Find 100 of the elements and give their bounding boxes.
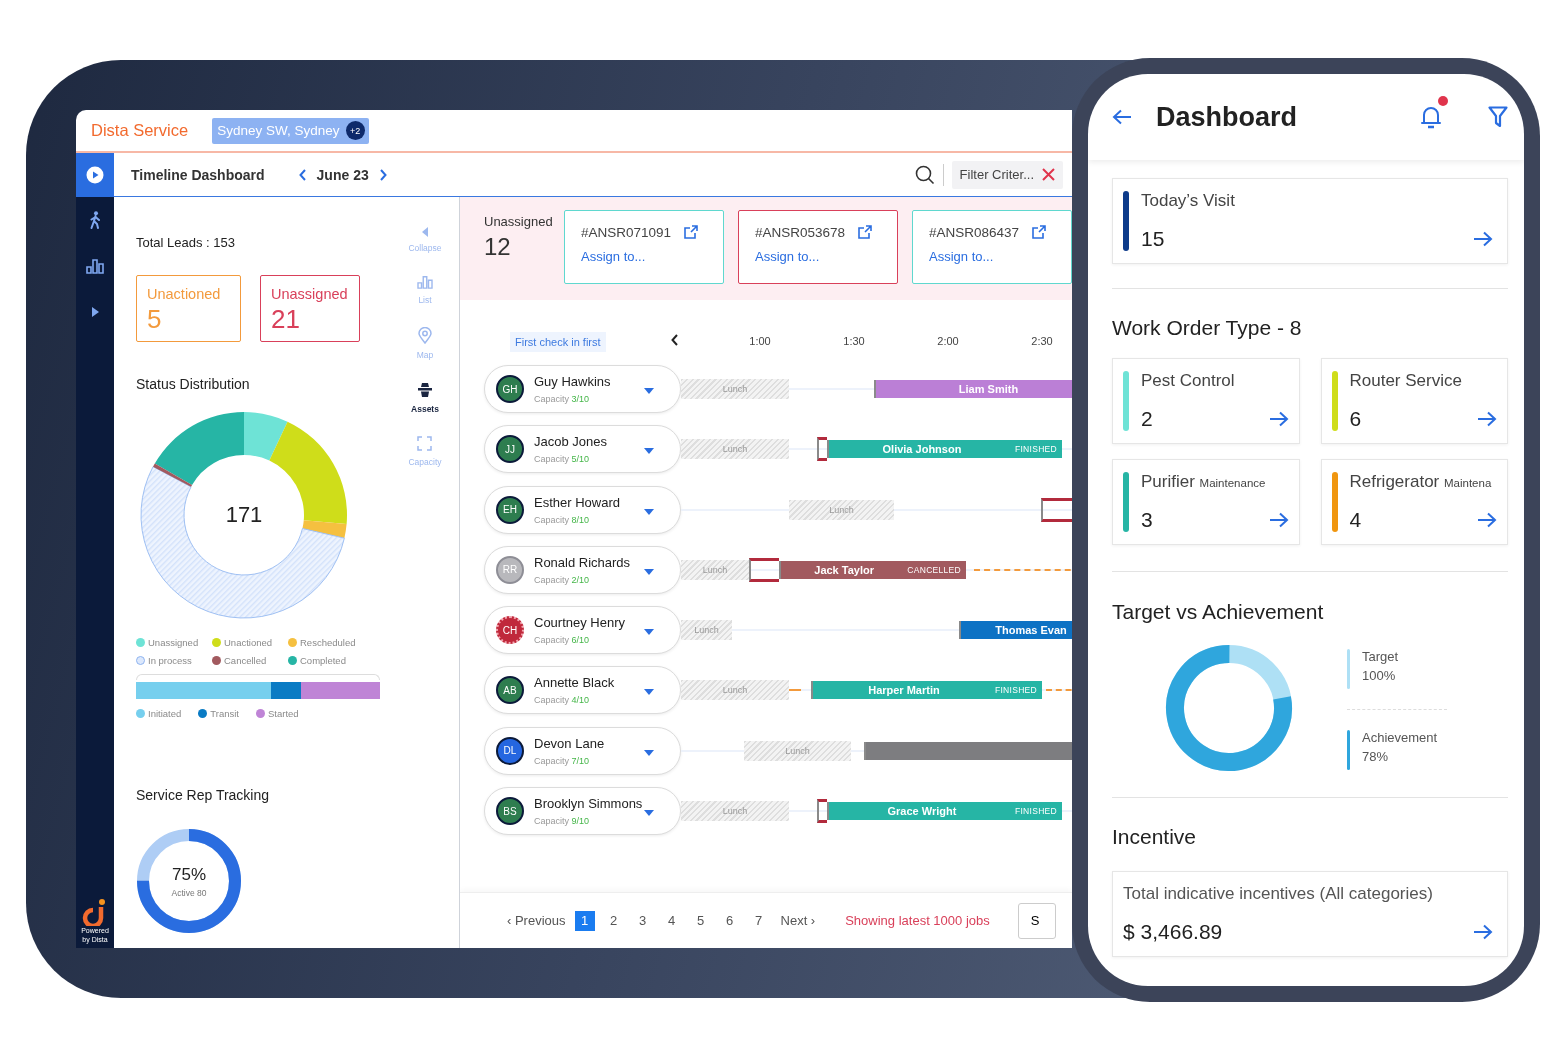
ticket-id: #ANSR053678 xyxy=(755,224,846,240)
caret-down-icon[interactable] xyxy=(644,388,654,394)
arrow-right-icon[interactable] xyxy=(1473,231,1493,247)
arrow-right-icon[interactable] xyxy=(1268,411,1289,427)
caret-down-icon[interactable] xyxy=(644,810,654,817)
legend-item: Initiated xyxy=(136,708,182,719)
app-logo-text: Dista Service xyxy=(91,121,189,140)
share-icon[interactable] xyxy=(857,224,874,240)
capacity-text: Capacity 3/10 xyxy=(534,394,591,404)
avatar: EH xyxy=(496,495,524,524)
share-icon[interactable] xyxy=(1031,224,1048,240)
caret-down-icon[interactable] xyxy=(644,448,654,455)
page-number[interactable]: 2 xyxy=(603,910,624,931)
caret-down-icon[interactable] xyxy=(644,689,654,696)
legend-item: Unassigned xyxy=(136,637,212,648)
legend-label: Achievement xyxy=(1362,730,1438,745)
ticket-card[interactable]: #ANSR086437 Assign to... xyxy=(912,210,1072,284)
total-leads-text: Total Leads : 153 xyxy=(136,235,237,250)
rep-card[interactable]: DL Devon Lane Capacity 7/10 xyxy=(484,726,681,775)
job-bar[interactable]: Jack Taylor CANCELLED xyxy=(779,560,966,579)
bell-icon[interactable] xyxy=(1420,105,1442,129)
screen-title: Dashboard xyxy=(1156,101,1298,133)
page-number[interactable]: 5 xyxy=(690,910,711,931)
share-icon[interactable] xyxy=(683,224,700,240)
rep-card[interactable]: EH Esther Howard Capacity 8/10 xyxy=(484,485,681,534)
page-number[interactable]: 3 xyxy=(632,910,653,931)
legend-item: Cancelled xyxy=(212,655,288,666)
assign-link[interactable]: Assign to... xyxy=(581,249,723,264)
close-icon[interactable] xyxy=(1042,168,1055,181)
assign-link[interactable]: Assign to... xyxy=(929,249,1071,264)
page-number[interactable]: 1 xyxy=(574,910,595,931)
scroll-left-icon[interactable] xyxy=(671,334,679,346)
ring-percent: 75% xyxy=(172,864,206,885)
next-link[interactable]: Next › xyxy=(780,913,816,928)
arrow-right-icon[interactable] xyxy=(1473,924,1493,940)
assign-link[interactable]: Assign to... xyxy=(755,249,897,264)
caret-down-icon[interactable] xyxy=(644,508,654,515)
show-button[interactable]: S xyxy=(1017,902,1057,939)
job-name: Liam Smith xyxy=(957,383,1020,395)
bar-chart-icon xyxy=(417,275,433,289)
stat-card[interactable]: Total indicative incentives (All categories) $ 3,466.89 xyxy=(1112,871,1508,957)
back-arrow-icon[interactable] xyxy=(1112,109,1132,125)
previous-date-icon[interactable] xyxy=(298,168,307,181)
rep-name: Courtney Henry xyxy=(534,615,626,631)
previous-link[interactable]: ‹ Previous xyxy=(507,913,566,928)
job-bar[interactable]: Thomas Evan xyxy=(959,621,1072,640)
card-value: 6 xyxy=(1349,407,1362,431)
stat-card[interactable]: Pest Control 2 xyxy=(1112,358,1300,444)
sidebar-button[interactable] xyxy=(76,153,114,197)
stat-card[interactable]: Refrigerator Maintena 4 xyxy=(1320,459,1508,545)
filter-icon[interactable] xyxy=(1488,106,1508,128)
sort-chip[interactable]: First check in first xyxy=(510,332,606,352)
next-date-icon[interactable] xyxy=(378,168,387,181)
caret-down-icon[interactable] xyxy=(644,568,654,575)
filter-chip[interactable]: Filter Criter... xyxy=(951,160,1063,189)
arrow-right-icon[interactable] xyxy=(1477,411,1497,427)
legend-item: Transit xyxy=(198,708,239,719)
caret-down-icon[interactable] xyxy=(644,749,654,756)
map-pin-icon xyxy=(418,327,432,344)
tool-tab[interactable]: Assets xyxy=(411,382,439,414)
ticket-card[interactable]: #ANSR053678 Assign to... xyxy=(738,210,898,284)
rep-card[interactable]: BS Brooklyn Simmons Capacity 9/10 xyxy=(484,787,681,836)
arrow-right-icon[interactable] xyxy=(1268,512,1289,528)
section-title: Incentive xyxy=(1112,824,1198,850)
page-number[interactable]: 6 xyxy=(719,910,740,931)
unassigned-label: Unassigned xyxy=(484,214,554,229)
page-number[interactable]: 4 xyxy=(661,910,682,931)
unassigned-count: 12 xyxy=(484,233,512,261)
lunch-block: Lunch xyxy=(681,439,789,460)
jobs-note: Showing latest 1000 jobs xyxy=(845,913,990,928)
ticket-card[interactable]: #ANSR071091 Assign to... xyxy=(564,210,724,284)
caret-down-icon[interactable] xyxy=(644,629,654,636)
rep-card[interactable]: AB Annette Black Capacity 4/10 xyxy=(484,666,681,715)
rep-card[interactable]: RR Ronald Richards Capacity 2/10 xyxy=(484,545,681,594)
stat-card[interactable]: Today’s Visit 15 xyxy=(1112,178,1508,264)
stat-label: Unassigned xyxy=(271,286,349,302)
arrow-right-icon[interactable] xyxy=(1477,512,1497,528)
page-number[interactable]: 7 xyxy=(748,910,769,931)
capacity-text: Capacity 4/10 xyxy=(534,695,591,706)
play-icon xyxy=(86,166,104,184)
rep-card[interactable]: GH Guy Hawkins Capacity 3/10 xyxy=(484,365,681,413)
location-chip[interactable]: Sydney SW, Sydney +2 xyxy=(212,117,369,144)
search-icon[interactable] xyxy=(914,164,935,185)
legend-label: Target xyxy=(1362,649,1399,664)
rep-card[interactable]: CH Courtney Henry Capacity 6/10 xyxy=(484,606,681,655)
stat-card[interactable]: Purifier Maintenance 3 xyxy=(1112,459,1300,545)
avatar: AB xyxy=(496,676,524,705)
rep-name: Guy Hawkins xyxy=(534,374,611,389)
walking-person-icon xyxy=(88,211,102,229)
stat-card[interactable]: Unassigned 21 xyxy=(260,275,360,342)
legend-value: 100% xyxy=(1362,668,1397,683)
avatar: RR xyxy=(496,555,524,584)
lunch-block: Lunch xyxy=(744,740,851,761)
job-bar[interactable] xyxy=(864,741,1072,760)
section-title: Service Rep Tracking xyxy=(136,787,271,803)
date-label: June 23 xyxy=(316,166,369,183)
stat-card[interactable]: Router Service 6 xyxy=(1320,358,1508,444)
ticket-id: #ANSR071091 xyxy=(581,224,672,240)
rep-card[interactable]: JJ Jacob Jones Capacity 5/10 xyxy=(484,425,681,474)
legend-item: Unactioned xyxy=(212,637,288,648)
